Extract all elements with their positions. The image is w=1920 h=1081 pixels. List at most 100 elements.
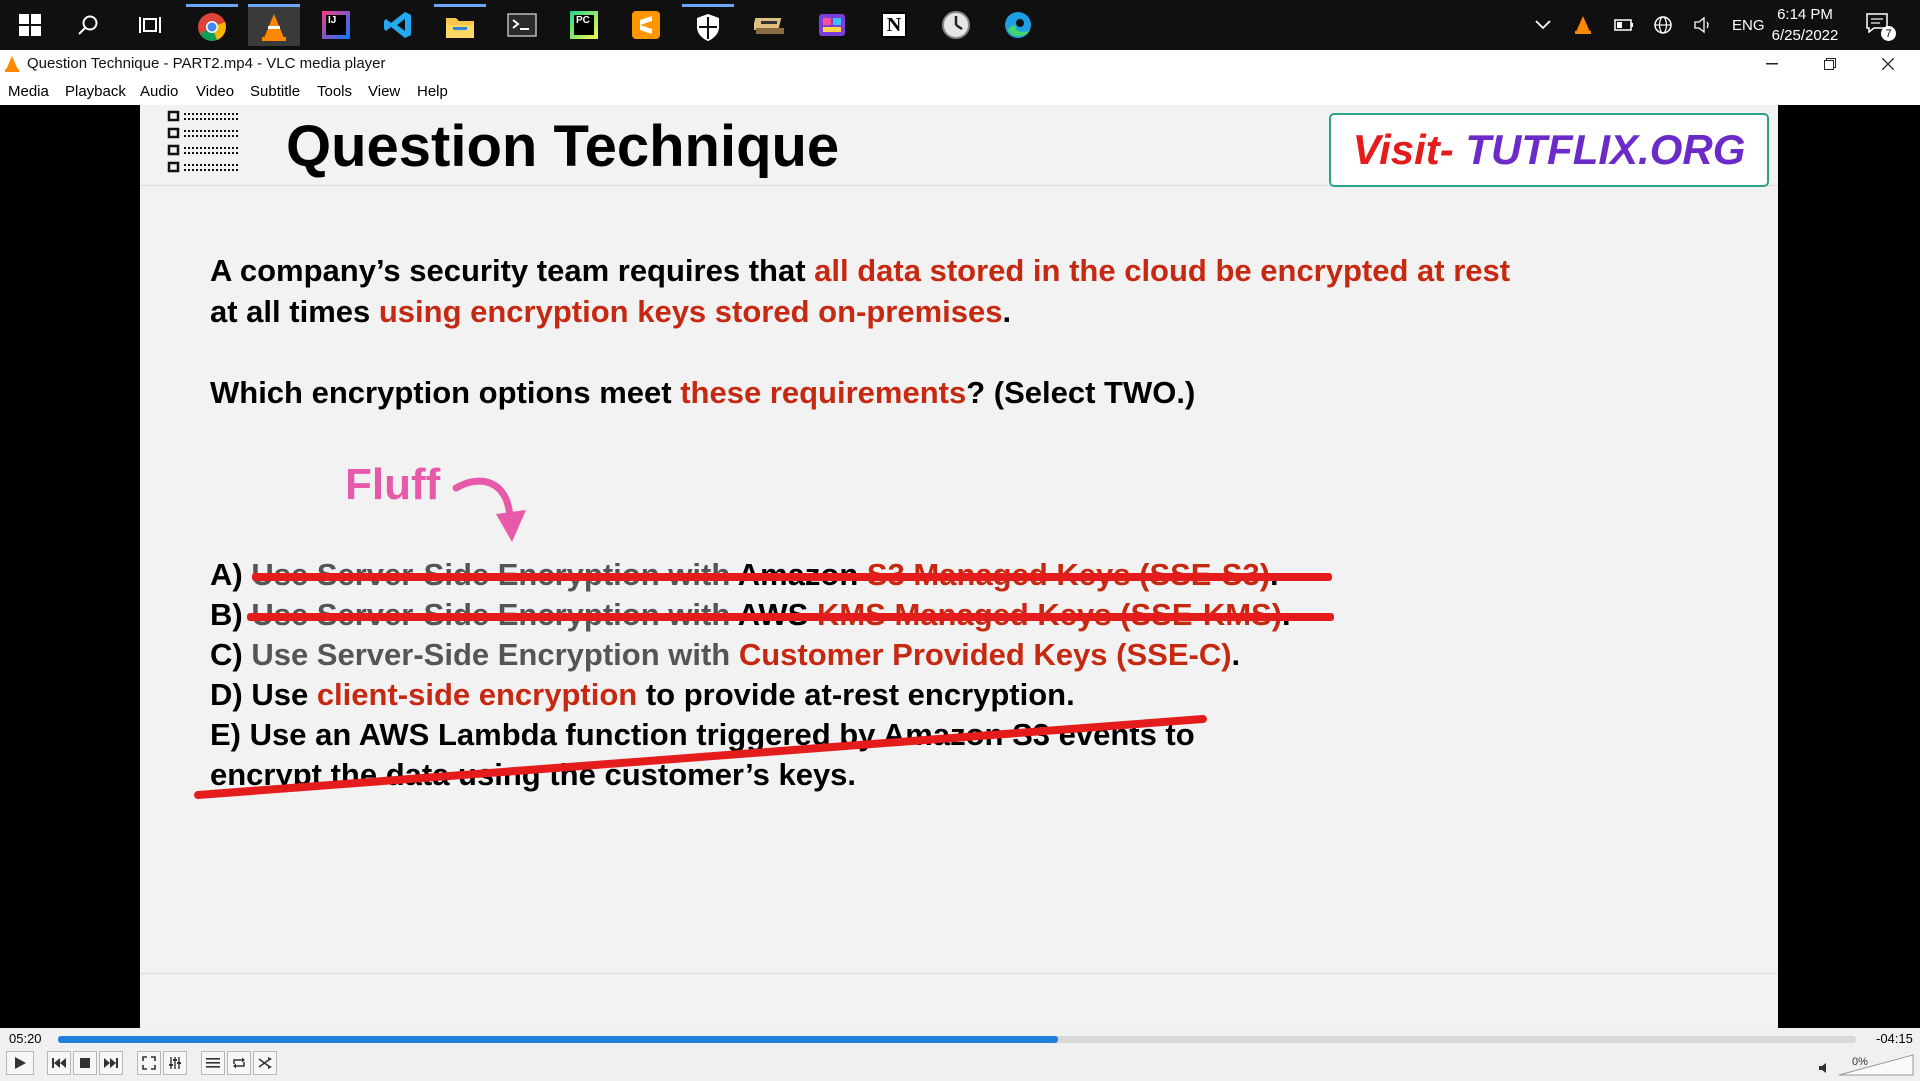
slide-frame: Question Technique Visit- TUTFLIX.ORG A … [140, 105, 1778, 1028]
menu-subtitle[interactable]: Subtitle [250, 83, 300, 100]
taskbar-clock[interactable]: 6:14 PM 6/25/2022 [1760, 4, 1850, 46]
terminal-icon [507, 13, 537, 37]
playlist-button[interactable] [201, 1051, 225, 1075]
remaining-time: -04:15 [1876, 1031, 1913, 1046]
task-view-button[interactable] [124, 4, 176, 46]
pycharm-icon-text: PC [574, 15, 594, 35]
tray-overflow[interactable] [1534, 0, 1552, 50]
edge-icon [1005, 12, 1031, 38]
taskbar-file-explorer[interactable] [434, 4, 486, 46]
windows-taskbar: IJ PC N ENG 6:14 PM 6/25/2022 7 [0, 0, 1920, 50]
strike-mark-e [194, 715, 1207, 799]
media-app-icon [819, 14, 845, 36]
window-titlebar: Question Technique - PART2.mp4 - VLC med… [0, 50, 1920, 78]
loop-button[interactable] [227, 1051, 251, 1075]
vlc-icon [5, 56, 19, 72]
seek-progress [58, 1036, 1058, 1043]
search-icon [78, 15, 98, 35]
notification-count: 7 [1881, 26, 1896, 41]
tray-volume[interactable] [1693, 0, 1713, 50]
seek-bar[interactable] [58, 1036, 1856, 1043]
app-icon [754, 18, 784, 34]
clock-date: 6/25/2022 [1771, 27, 1839, 44]
vlc-tray-icon [1575, 16, 1591, 34]
start-button[interactable] [4, 4, 56, 46]
taskbar-vlc[interactable] [248, 4, 300, 46]
menu-help[interactable]: Help [417, 83, 448, 100]
equalizer-icon [169, 1057, 181, 1069]
loop-icon [233, 1057, 245, 1069]
task-view-icon [139, 17, 161, 33]
start-icon [19, 14, 41, 36]
play-button[interactable] [6, 1051, 34, 1075]
fullscreen-button[interactable] [137, 1051, 161, 1075]
fullscreen-icon [142, 1056, 156, 1070]
player-controls: 05:20 -04:15 0% [0, 1028, 1920, 1080]
stop-icon [80, 1058, 90, 1068]
vlc-icon [262, 13, 286, 41]
slide-footer-divider [140, 973, 1778, 974]
globe-icon [1654, 16, 1672, 34]
taskbar-vscode[interactable] [372, 4, 424, 46]
vscode-icon [384, 12, 411, 38]
battery-icon [1614, 19, 1633, 31]
volume-level: 0% [1852, 1056, 1868, 1068]
next-icon [104, 1058, 118, 1068]
mute-icon[interactable] [1818, 1062, 1832, 1074]
taskbar-edge[interactable] [992, 4, 1044, 46]
taskbar-security[interactable] [682, 4, 734, 46]
menu-audio[interactable]: Audio [140, 83, 178, 100]
menu-video[interactable]: Video [196, 83, 234, 100]
intellij-icon: IJ [322, 11, 350, 39]
shuffle-button[interactable] [253, 1051, 277, 1075]
playlist-icon [206, 1058, 220, 1068]
sublime-icon [632, 11, 660, 39]
notification-center[interactable]: 7 [1866, 0, 1896, 50]
taskbar-notion[interactable]: N [868, 4, 920, 46]
menu-media[interactable]: Media [8, 83, 49, 100]
minimize-icon [1766, 63, 1778, 65]
next-button[interactable] [99, 1051, 123, 1075]
taskbar-sublime[interactable] [620, 4, 672, 46]
security-icon [697, 13, 719, 41]
volume-slider[interactable]: 0% [1838, 1054, 1914, 1076]
close-button[interactable] [1864, 50, 1912, 78]
menu-bar: Media Playback Audio Video Subtitle Tool… [0, 78, 1920, 105]
chrome-icon [198, 12, 226, 41]
taskbar-intellij[interactable]: IJ [310, 4, 362, 46]
volume-ramp-icon [1838, 1054, 1914, 1076]
intellij-icon-text: IJ [326, 15, 346, 35]
taskbar-terminal[interactable] [496, 4, 548, 46]
minimize-button[interactable] [1748, 50, 1796, 78]
taskbar-pycharm[interactable]: PC [558, 4, 610, 46]
taskbar-clock-app[interactable] [930, 4, 982, 46]
file-explorer-icon [446, 17, 474, 38]
extended-settings-button[interactable] [163, 1051, 187, 1075]
previous-button[interactable] [47, 1051, 71, 1075]
previous-icon [52, 1058, 66, 1068]
search-button[interactable] [62, 4, 114, 46]
clock-app-icon [942, 11, 970, 39]
close-icon [1882, 58, 1894, 70]
tray-vlc[interactable] [1574, 0, 1592, 50]
tray-network[interactable] [1653, 0, 1673, 50]
tray-battery[interactable] [1614, 0, 1634, 50]
restore-button[interactable] [1806, 50, 1854, 78]
menu-view[interactable]: View [368, 83, 400, 100]
stop-button[interactable] [73, 1051, 97, 1075]
clock-time: 6:14 PM [1777, 6, 1833, 23]
taskbar-media-app[interactable] [806, 4, 858, 46]
restore-icon [1824, 58, 1836, 70]
speaker-icon [1694, 16, 1709, 34]
chevron-down-icon [1535, 20, 1551, 30]
taskbar-chrome[interactable] [186, 4, 238, 46]
window-title: Question Technique - PART2.mp4 - VLC med… [27, 55, 386, 72]
taskbar-app[interactable] [744, 4, 796, 46]
pycharm-icon: PC [570, 11, 598, 39]
menu-tools[interactable]: Tools [317, 83, 352, 100]
shuffle-icon [258, 1057, 272, 1069]
video-surface[interactable]: Question Technique Visit- TUTFLIX.ORG A … [0, 105, 1920, 1028]
menu-playback[interactable]: Playback [65, 83, 126, 100]
play-icon [15, 1057, 26, 1069]
elapsed-time: 05:20 [9, 1031, 42, 1046]
